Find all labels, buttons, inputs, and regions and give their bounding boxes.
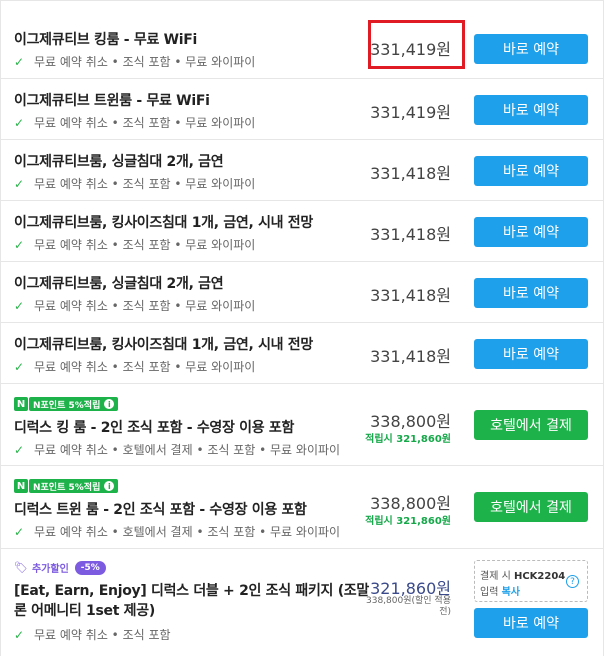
points-price: 적립시 321,860원 bbox=[365, 434, 451, 445]
room-benefits: ✓ 무료 예약 취소 • 호텔에서 결제 • 조식 포함 • 무료 와이파이 bbox=[14, 442, 341, 458]
check-icon: ✓ bbox=[14, 176, 25, 191]
room-name[interactable]: 이그제큐티브룸, 싱글침대 2개, 금연 bbox=[14, 273, 224, 293]
room-price: 338,800원 bbox=[370, 494, 451, 513]
check-icon: ✓ bbox=[14, 359, 25, 374]
room-price: 331,418원 bbox=[370, 225, 451, 244]
room-name[interactable]: 이그제큐티브룸, 킹사이즈침대 1개, 금연, 시내 전망 bbox=[14, 212, 313, 232]
room-name[interactable]: 이그제큐티브 킹룸 - 무료 WiFi bbox=[14, 29, 197, 49]
check-icon: ✓ bbox=[14, 524, 25, 539]
room-row: N N포인트 5%적립 i 디럭스 킹 룸 - 2인 조식 포함 - 수영장 이용… bbox=[1, 384, 603, 466]
room-list: 이그제큐티브 킹룸 - 무료 WiFi ✓ 무료 예약 취소 • 조식 포함 • … bbox=[0, 0, 604, 656]
coupon-box: 결제 시 HCK2204 입력 복사 ? bbox=[474, 560, 588, 602]
info-icon[interactable]: i bbox=[104, 399, 115, 409]
tag-icon: 🏷 bbox=[14, 561, 28, 574]
check-icon: ✓ bbox=[14, 54, 25, 69]
points-price: 적립시 321,860원 bbox=[365, 516, 451, 527]
info-icon[interactable]: i bbox=[104, 481, 115, 491]
room-name[interactable]: 이그제큐티브 트윈룸 - 무료 WiFi bbox=[14, 90, 210, 110]
room-benefits: ✓ 무료 예약 취소 • 조식 포함 • 무료 와이파이 bbox=[14, 237, 256, 253]
book-now-button[interactable]: 바로 예약 bbox=[474, 339, 588, 369]
room-row: 이그제큐티브 킹룸 - 무료 WiFi ✓ 무료 예약 취소 • 조식 포함 • … bbox=[1, 0, 603, 79]
check-icon: ✓ bbox=[14, 237, 25, 252]
check-icon: ✓ bbox=[14, 627, 25, 642]
price-highlight-box bbox=[368, 20, 465, 69]
room-price: 331,418원 bbox=[370, 164, 451, 183]
room-name[interactable]: 이그제큐티브룸, 싱글침대 2개, 금연 bbox=[14, 151, 224, 171]
check-icon: ✓ bbox=[14, 115, 25, 130]
room-price: 331,418원 bbox=[370, 347, 451, 366]
room-name[interactable]: 이그제큐티브룸, 킹사이즈침대 1개, 금연, 시내 전망 bbox=[14, 334, 313, 354]
room-benefits: ✓ 무료 예약 취소 • 조식 포함 bbox=[14, 627, 171, 643]
room-row: 이그제큐티브룸, 킹사이즈침대 1개, 금연, 시내 전망 ✓ 무료 예약 취소 … bbox=[1, 201, 603, 262]
room-price: 331,419원 bbox=[370, 103, 451, 122]
npoint-badge: N N포인트 5%적립 i bbox=[14, 479, 119, 493]
room-name[interactable]: [Eat, Earn, Enjoy] 디럭스 더블 + 2인 조식 패키지 (조… bbox=[14, 581, 369, 621]
help-icon[interactable]: ? bbox=[566, 575, 579, 588]
room-benefits: ✓ 무료 예약 취소 • 조식 포함 • 무료 와이파이 bbox=[14, 298, 256, 314]
extra-discount-badge: 🏷 추가할인 -5% bbox=[14, 560, 106, 575]
room-benefits: ✓ 무료 예약 취소 • 조식 포함 • 무료 와이파이 bbox=[14, 176, 256, 192]
room-price: 331,418원 bbox=[370, 286, 451, 305]
coupon-code: HCK2204 bbox=[513, 571, 566, 582]
room-row: 이그제큐티브 트윈룸 - 무료 WiFi ✓ 무료 예약 취소 • 조식 포함 •… bbox=[1, 79, 603, 140]
room-name[interactable]: 디럭스 킹 룸 - 2인 조식 포함 - 수영장 이용 포함 bbox=[14, 417, 294, 437]
book-now-button[interactable]: 바로 예약 bbox=[474, 608, 588, 638]
room-benefits: ✓ 무료 예약 취소 • 조식 포함 • 무료 와이파이 bbox=[14, 359, 256, 375]
room-row: 이그제큐티브룸, 싱글침대 2개, 금연 ✓ 무료 예약 취소 • 조식 포함 •… bbox=[1, 262, 603, 323]
book-now-button[interactable]: 바로 예약 bbox=[474, 278, 588, 308]
book-now-button[interactable]: 바로 예약 bbox=[474, 34, 588, 64]
book-now-button[interactable]: 바로 예약 bbox=[474, 156, 588, 186]
naver-n-icon: N bbox=[14, 397, 28, 411]
pay-at-hotel-button[interactable]: 호텔에서 결제 bbox=[474, 410, 588, 440]
naver-n-icon: N bbox=[14, 479, 28, 493]
room-benefits: ✓ 무료 예약 취소 • 조식 포함 • 무료 와이파이 bbox=[14, 54, 256, 70]
npoint-badge: N N포인트 5%적립 i bbox=[14, 397, 119, 411]
room-benefits: ✓ 무료 예약 취소 • 조식 포함 • 무료 와이파이 bbox=[14, 115, 256, 131]
room-row: N N포인트 5%적립 i 디럭스 트윈 룸 - 2인 조식 포함 - 수영장 이… bbox=[1, 466, 603, 549]
room-row: 🏷 추가할인 -5% [Eat, Earn, Enjoy] 디럭스 더블 + 2… bbox=[1, 549, 603, 656]
original-price: 338,800원(할인 적용 전) bbox=[366, 596, 451, 617]
discount-badge: -5% bbox=[74, 560, 106, 575]
book-now-button[interactable]: 바로 예약 bbox=[474, 217, 588, 247]
pay-at-hotel-button[interactable]: 호텔에서 결제 bbox=[474, 492, 588, 522]
room-row: 이그제큐티브룸, 킹사이즈침대 1개, 금연, 시내 전망 ✓ 무료 예약 취소 … bbox=[1, 323, 603, 384]
room-benefits: ✓ 무료 예약 취소 • 호텔에서 결제 • 조식 포함 • 무료 와이파이 bbox=[14, 524, 341, 540]
room-row: 이그제큐티브룸, 싱글침대 2개, 금연 ✓ 무료 예약 취소 • 조식 포함 •… bbox=[1, 140, 603, 201]
room-price: 338,800원 bbox=[370, 412, 451, 431]
book-now-button[interactable]: 바로 예약 bbox=[474, 95, 588, 125]
check-icon: ✓ bbox=[14, 442, 25, 457]
room-name[interactable]: 디럭스 트윈 룸 - 2인 조식 포함 - 수영장 이용 포함 bbox=[14, 499, 307, 519]
copy-coupon-link[interactable]: 복사 bbox=[502, 587, 520, 598]
check-icon: ✓ bbox=[14, 298, 25, 313]
